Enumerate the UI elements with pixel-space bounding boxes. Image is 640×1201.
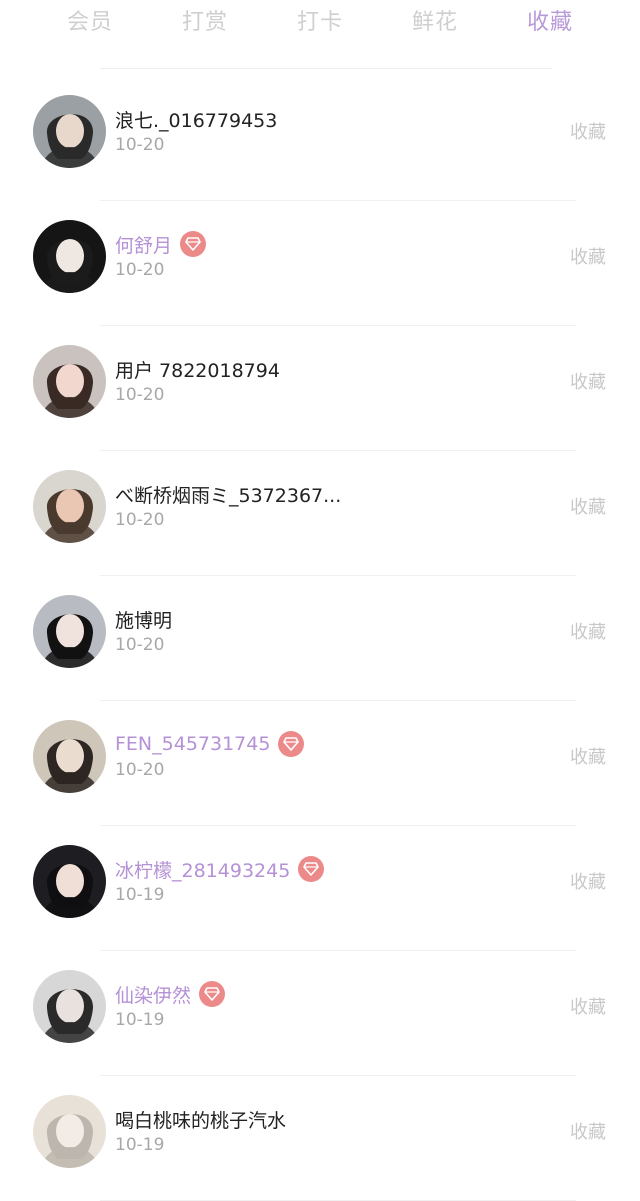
avatar[interactable] (33, 470, 106, 543)
user-name-line: べ断桥烟雨ミ_5372367... (115, 480, 341, 508)
user-name[interactable]: FEN_545731745 (115, 733, 270, 755)
user-name[interactable]: 仙染伊然 (115, 981, 191, 1008)
user-name[interactable]: 用户 7822018794 (115, 356, 280, 383)
favorite-action-text[interactable]: 收藏 (570, 868, 606, 894)
avatar[interactable] (33, 220, 106, 293)
favorite-action-text[interactable]: 收藏 (570, 368, 606, 394)
avatar[interactable] (33, 1095, 106, 1168)
date-text: 10-20 (115, 510, 165, 530)
user-avatar-icon (33, 470, 106, 543)
avatar[interactable] (33, 845, 106, 918)
user-avatar-icon (33, 345, 106, 418)
user-name[interactable]: 何舒月 (115, 231, 172, 258)
list-item[interactable]: 施博明 10-20 收藏 (0, 576, 640, 701)
avatar[interactable] (33, 95, 106, 168)
user-avatar-icon (33, 1095, 106, 1168)
tab-bar: 会员 打赏 打卡 鲜花 收藏 (0, 0, 640, 44)
tab-members[interactable]: 会员 (67, 4, 113, 36)
diamond-icon (303, 862, 320, 876)
tab-divider (100, 68, 552, 69)
date-text: 10-19 (115, 885, 165, 905)
user-avatar-icon (33, 970, 106, 1043)
user-avatar-icon (33, 720, 106, 793)
favorite-action-text[interactable]: 收藏 (570, 243, 606, 269)
list-item[interactable]: 喝白桃味的桃子汽水 10-19 收藏 (0, 1076, 640, 1201)
user-name[interactable]: 浪七._016779453 (115, 106, 277, 133)
user-name-line: 喝白桃味的桃子汽水 (115, 1105, 286, 1133)
tab-reward[interactable]: 打赏 (182, 4, 228, 36)
favorite-action-text[interactable]: 收藏 (570, 743, 606, 769)
avatar[interactable] (33, 595, 106, 668)
date-text: 10-19 (115, 1010, 165, 1030)
diamond-icon (283, 737, 300, 751)
date-text: 10-20 (115, 135, 165, 155)
avatar[interactable] (33, 970, 106, 1043)
avatar[interactable] (33, 720, 106, 793)
date-text: 10-19 (115, 1135, 165, 1155)
user-name-line: 仙染伊然 (115, 980, 226, 1008)
favorite-action-text[interactable]: 收藏 (570, 618, 606, 644)
favorite-action-text[interactable]: 收藏 (570, 993, 606, 1019)
favorite-action-text[interactable]: 收藏 (570, 493, 606, 519)
date-text: 10-20 (115, 635, 165, 655)
favorite-action-text[interactable]: 收藏 (570, 1118, 606, 1144)
user-name[interactable]: べ断桥烟雨ミ_5372367... (115, 481, 341, 508)
date-text: 10-20 (115, 760, 165, 780)
vip-badge (199, 981, 226, 1007)
user-name[interactable]: 施博明 (115, 606, 172, 633)
list-item[interactable]: べ断桥烟雨ミ_5372367... 10-20 收藏 (0, 451, 640, 576)
user-name-line: 冰柠檬_281493245 (115, 855, 325, 883)
diamond-icon (204, 987, 220, 1001)
user-avatar-icon (33, 845, 106, 918)
list-item[interactable]: 浪七._016779453 10-20 收藏 (0, 76, 640, 201)
diamond-icon (185, 237, 201, 251)
user-name-line: 施博明 (115, 605, 172, 633)
tab-flowers[interactable]: 鲜花 (412, 4, 458, 36)
vip-badge (278, 731, 305, 757)
user-name[interactable]: 喝白桃味的桃子汽水 (115, 1106, 286, 1133)
list-item[interactable]: 何舒月 10-20 收藏 (0, 201, 640, 326)
user-avatar-icon (33, 220, 106, 293)
tab-favorites[interactable]: 收藏 (527, 4, 573, 36)
list-item[interactable]: 用户 7822018794 10-20 收藏 (0, 326, 640, 451)
favorite-action-text[interactable]: 收藏 (570, 118, 606, 144)
tab-checkin[interactable]: 打卡 (297, 4, 343, 36)
list-item[interactable]: FEN_545731745 10-20 收藏 (0, 701, 640, 826)
user-avatar-icon (33, 595, 106, 668)
user-name-line: 何舒月 (115, 230, 207, 258)
vip-badge (298, 856, 325, 882)
list-item[interactable]: 冰柠檬_281493245 10-19 收藏 (0, 826, 640, 951)
user-name-line: FEN_545731745 (115, 730, 305, 758)
date-text: 10-20 (115, 385, 165, 405)
date-text: 10-20 (115, 260, 165, 280)
list-item[interactable]: 仙染伊然 10-19 收藏 (0, 951, 640, 1076)
user-avatar-icon (33, 95, 106, 168)
avatar[interactable] (33, 345, 106, 418)
vip-badge (180, 231, 207, 257)
user-name-line: 用户 7822018794 (115, 355, 280, 383)
user-name-line: 浪七._016779453 (115, 105, 277, 133)
user-name[interactable]: 冰柠檬_281493245 (115, 856, 290, 883)
